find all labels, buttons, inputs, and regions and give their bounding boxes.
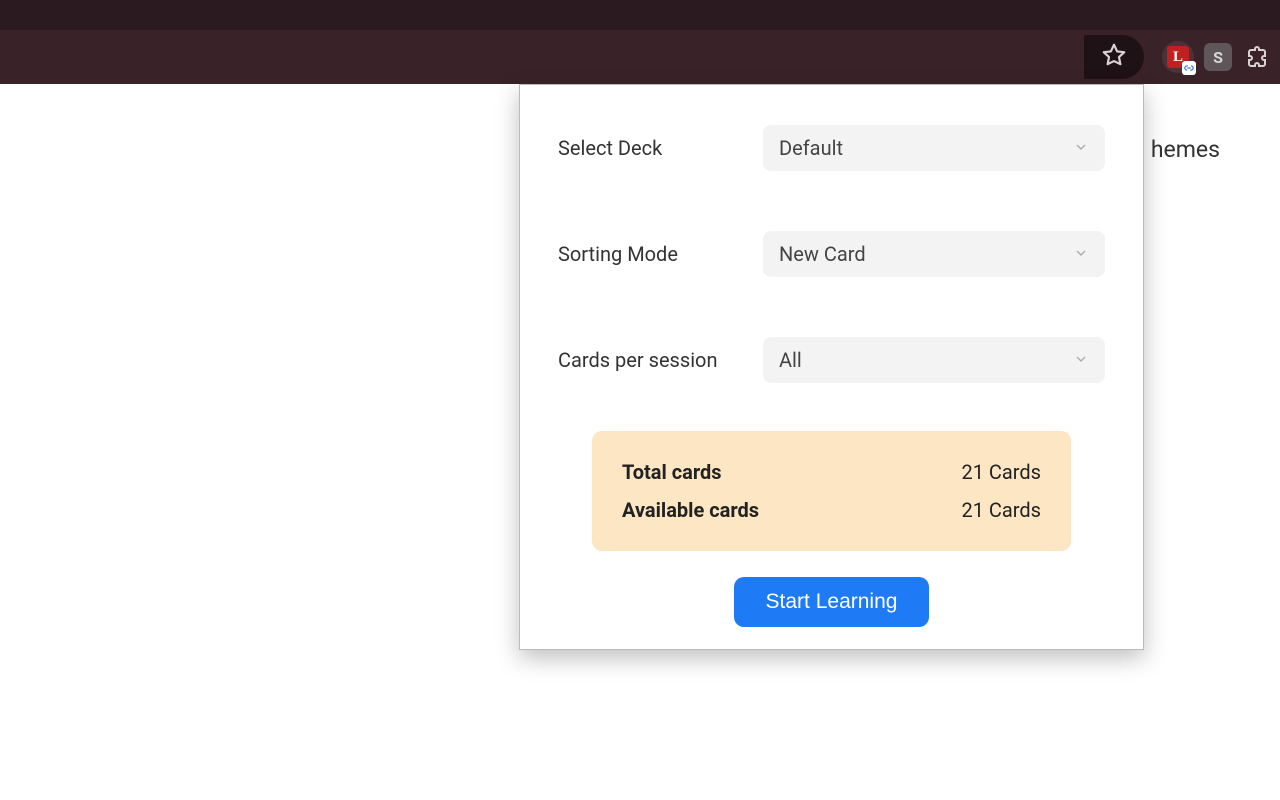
browser-toolbar: L S <box>0 30 1280 84</box>
available-cards-value: 21 Cards <box>961 498 1041 522</box>
browser-tab-strip <box>0 0 1280 30</box>
card-summary-box: Total cards 21 Cards Available cards 21 … <box>592 431 1071 551</box>
start-learning-button[interactable]: Start Learning <box>734 577 930 627</box>
extension-l-sub-icon <box>1182 61 1196 75</box>
sorting-mode-value: New Card <box>779 242 866 266</box>
cards-per-session-row: Cards per session All <box>558 337 1105 383</box>
bookmark-star-icon[interactable] <box>1101 42 1127 72</box>
select-deck-row: Select Deck Default <box>558 125 1105 171</box>
total-cards-row: Total cards 21 Cards <box>622 453 1041 491</box>
sorting-mode-label: Sorting Mode <box>558 242 763 266</box>
chevron-down-icon <box>1073 348 1089 372</box>
available-cards-row: Available cards 21 Cards <box>622 491 1041 529</box>
sorting-mode-dropdown[interactable]: New Card <box>763 231 1105 277</box>
total-cards-value: 21 Cards <box>961 460 1041 484</box>
select-deck-value: Default <box>779 136 843 160</box>
extension-s-badge[interactable]: S <box>1204 43 1232 71</box>
chevron-down-icon <box>1073 242 1089 266</box>
address-bar-end[interactable] <box>1084 35 1144 79</box>
cards-per-session-dropdown[interactable]: All <box>763 337 1105 383</box>
sorting-mode-row: Sorting Mode New Card <box>558 231 1105 277</box>
extensions-puzzle-icon[interactable] <box>1242 42 1272 72</box>
extension-popup: Select Deck Default Sorting Mode New Car… <box>519 84 1144 650</box>
select-deck-label: Select Deck <box>558 136 763 160</box>
available-cards-label: Available cards <box>622 498 759 522</box>
cards-per-session-value: All <box>779 348 802 372</box>
select-deck-dropdown[interactable]: Default <box>763 125 1105 171</box>
nav-link-themes[interactable]: hemes <box>1151 136 1280 163</box>
total-cards-label: Total cards <box>622 460 722 484</box>
cards-per-session-label: Cards per session <box>558 348 763 372</box>
extension-l-badge[interactable]: L <box>1162 41 1194 73</box>
chevron-down-icon <box>1073 136 1089 160</box>
